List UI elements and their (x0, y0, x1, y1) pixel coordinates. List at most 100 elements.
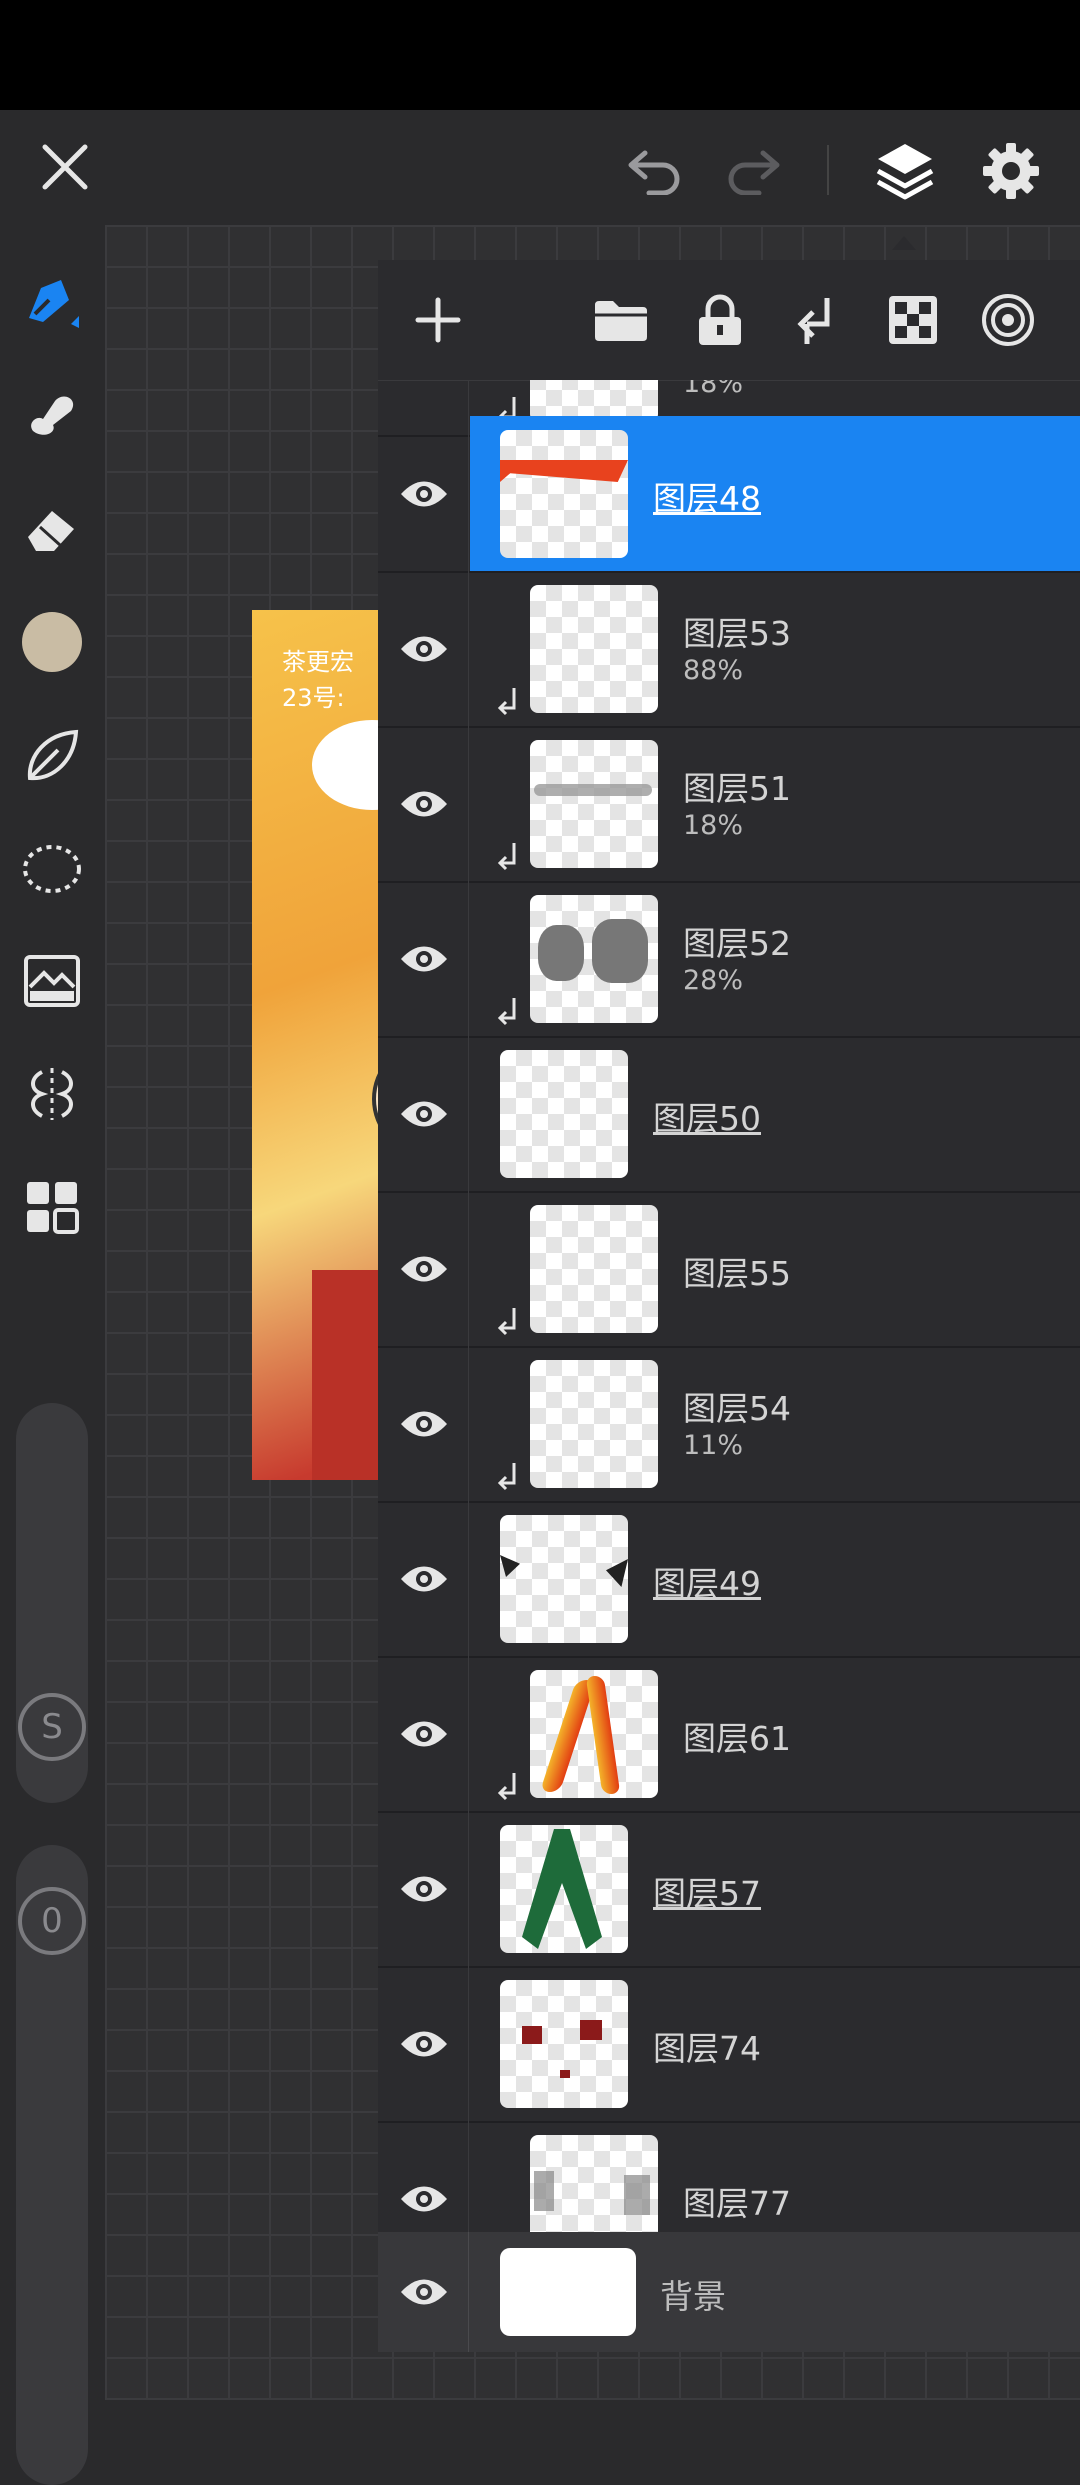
layer-list[interactable]: 18% 图层48 图层53 88% 图层51 18% 图层52 28% 图层50 图层55 图层5… (378, 380, 1080, 2232)
visibility-eye-icon[interactable] (396, 1396, 452, 1452)
layer-row[interactable]: 图层55 (378, 1191, 1080, 1348)
layer-opacity: 28% (683, 965, 744, 996)
visibility-eye-icon[interactable] (396, 2016, 452, 2072)
gallery-grid-icon[interactable] (18, 1173, 86, 1241)
layer-divider (468, 1811, 469, 1966)
layer-row[interactable]: 图层74 (378, 1966, 1080, 2123)
panel-caret (892, 236, 916, 250)
brush-size-slider[interactable]: S (16, 1403, 88, 1803)
layer-divider (468, 2121, 469, 2232)
target-icon[interactable] (978, 290, 1038, 350)
clipping-mask-icon (497, 843, 516, 871)
layers-icon[interactable] (866, 132, 944, 210)
layer-divider (468, 1966, 469, 2121)
visibility-eye-icon[interactable] (396, 1551, 452, 1607)
layer-row[interactable]: 图层77 (378, 2121, 1080, 2232)
layer-thumbnail (530, 1670, 658, 1798)
clipping-mask-icon (497, 1308, 516, 1336)
brush-size-label: S (41, 1707, 63, 1747)
layers-panel-header (378, 260, 1080, 381)
layers-panel: 18% 图层48 图层53 88% 图层51 18% 图层52 28% 图层50 图层55 图层5… (378, 260, 1080, 2352)
layer-opacity: 18% (683, 380, 744, 399)
liquify-icon[interactable] (18, 722, 86, 790)
opacity-knob[interactable]: 0 (18, 1887, 86, 1955)
layer-row[interactable]: 图层53 88% (378, 571, 1080, 728)
layer-name: 图层57 (653, 1874, 761, 1913)
add-layer-icon[interactable] (408, 290, 468, 350)
lock-icon[interactable] (690, 290, 750, 350)
layer-divider (468, 881, 469, 1036)
layer-name: 图层48 (653, 479, 761, 518)
layer-name: 图层77 (683, 2184, 791, 2223)
layer-name: 图层55 (683, 1254, 791, 1293)
visibility-eye-icon[interactable] (396, 931, 452, 987)
layer-name: 图层54 (683, 1389, 791, 1428)
layer-divider (468, 416, 469, 571)
visibility-eye-icon[interactable] (396, 2264, 452, 2320)
clipping-mask-icon (497, 688, 516, 716)
visibility-eye-icon[interactable] (396, 466, 452, 522)
color-swatch[interactable] (18, 608, 86, 676)
toolbar-divider (827, 145, 829, 195)
layer-divider (468, 726, 469, 881)
layer-thumbnail (530, 1205, 658, 1333)
clipping-mask-icon (497, 1773, 516, 1801)
layer-row[interactable]: 图层48 (378, 416, 1080, 573)
layer-thumbnail (500, 1515, 628, 1643)
visibility-eye-icon[interactable] (396, 1086, 452, 1142)
brush-icon[interactable] (18, 267, 86, 335)
layer-name: 图层52 (683, 924, 791, 963)
undo-icon[interactable] (620, 135, 690, 205)
top-toolbar (0, 110, 1080, 225)
layer-name: 图层49 (653, 1564, 761, 1603)
folder-icon[interactable] (591, 290, 651, 350)
layer-thumbnail (530, 585, 658, 713)
layer-row[interactable]: 图层57 (378, 1811, 1080, 1968)
visibility-eye-icon[interactable] (396, 1706, 452, 1762)
layer-row[interactable]: 图层54 11% (378, 1346, 1080, 1503)
settings-icon[interactable] (972, 132, 1050, 210)
layer-row[interactable]: 图层52 28% (378, 881, 1080, 1038)
opacity-slider[interactable]: 0 (16, 1845, 88, 2485)
alpha-lock-icon[interactable] (883, 290, 943, 350)
artwork-text: 茶更宏 (282, 648, 354, 676)
merge-down-icon[interactable] (786, 290, 846, 350)
layer-divider (468, 1346, 469, 1501)
layer-opacity: 11% (683, 1430, 744, 1461)
layer-thumbnail (500, 430, 628, 558)
layer-name: 图层61 (683, 1719, 791, 1758)
opacity-label: 0 (41, 1901, 63, 1941)
layer-thumbnail (530, 740, 658, 868)
left-toolbar: S 0 (0, 225, 105, 2485)
background-layer-name: 背景 (660, 2277, 726, 2316)
layer-name: 图层51 (683, 769, 791, 808)
layer-thumbnail (500, 1825, 628, 1953)
brush-size-knob[interactable]: S (18, 1693, 86, 1761)
layer-divider (468, 1501, 469, 1656)
layer-thumbnail (530, 2135, 658, 2232)
eraser-icon[interactable] (18, 495, 86, 563)
layer-row[interactable]: 图层49 (378, 1501, 1080, 1658)
layer-row[interactable]: 图层50 (378, 1036, 1080, 1193)
clipping-mask-icon (497, 998, 516, 1026)
visibility-eye-icon[interactable] (396, 776, 452, 832)
visibility-eye-icon[interactable] (396, 2171, 452, 2227)
layer-divider (468, 1191, 469, 1346)
layer-row[interactable]: 图层61 (378, 1656, 1080, 1813)
layer-opacity: 18% (683, 810, 744, 841)
layer-row[interactable]: 图层51 18% (378, 726, 1080, 883)
layer-opacity: 88% (683, 655, 744, 686)
layer-divider (468, 571, 469, 726)
visibility-eye-icon[interactable] (396, 1861, 452, 1917)
image-adjust-icon[interactable] (18, 947, 86, 1015)
symmetry-icon[interactable] (18, 1060, 86, 1128)
background-layer[interactable]: 背景 (378, 2232, 1080, 2352)
selection-icon[interactable] (18, 835, 86, 903)
layer-divider (468, 1036, 469, 1191)
close-icon[interactable] (30, 132, 100, 202)
artwork-text: 23号: (282, 684, 345, 712)
smudge-icon[interactable] (18, 380, 86, 448)
redo-icon[interactable] (718, 135, 788, 205)
visibility-eye-icon[interactable] (396, 1241, 452, 1297)
visibility-eye-icon[interactable] (396, 621, 452, 677)
